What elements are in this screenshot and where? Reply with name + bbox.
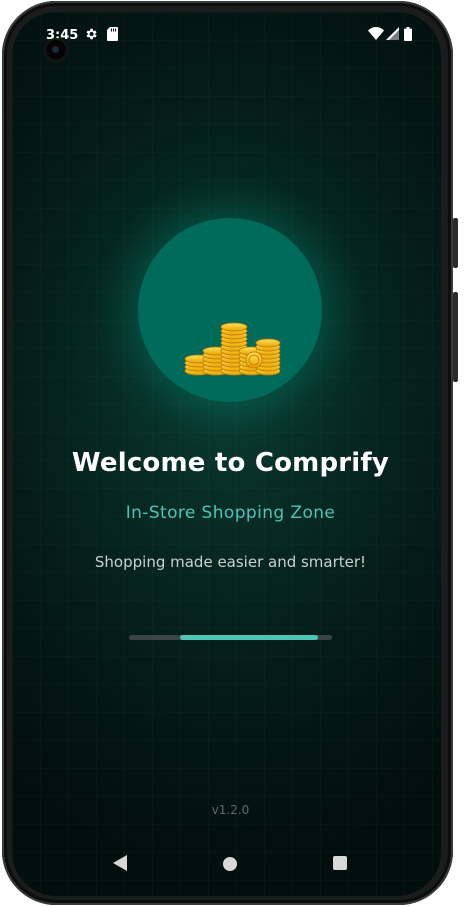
volume-button [453, 292, 458, 382]
signal-icon [386, 27, 399, 40]
recents-icon[interactable] [333, 856, 347, 870]
home-icon[interactable] [223, 857, 237, 871]
front-camera [46, 40, 66, 60]
phone-device: 3:45 Welcome to Comprify In-Store Shoppi… [0, 0, 467, 906]
gear-icon [86, 28, 97, 40]
power-button [453, 218, 458, 268]
loading-progress-bar [129, 635, 332, 640]
page-title: Welcome to Comprify [71, 448, 390, 478]
app-version: v1.2.0 [211, 803, 250, 817]
page-subtitle: In-Store Shopping Zone [125, 503, 336, 523]
coins-icon [184, 322, 281, 376]
tagline: Shopping made easier and smarter! [94, 553, 367, 571]
back-icon[interactable] [113, 855, 127, 871]
status-bar: 3:45 [12, 12, 441, 60]
wifi-icon [368, 27, 384, 40]
battery-icon [404, 27, 412, 41]
screen: 3:45 Welcome to Comprify In-Store Shoppi… [12, 12, 441, 896]
loading-progress-fill [179, 635, 318, 640]
sd-card-icon [107, 27, 118, 41]
